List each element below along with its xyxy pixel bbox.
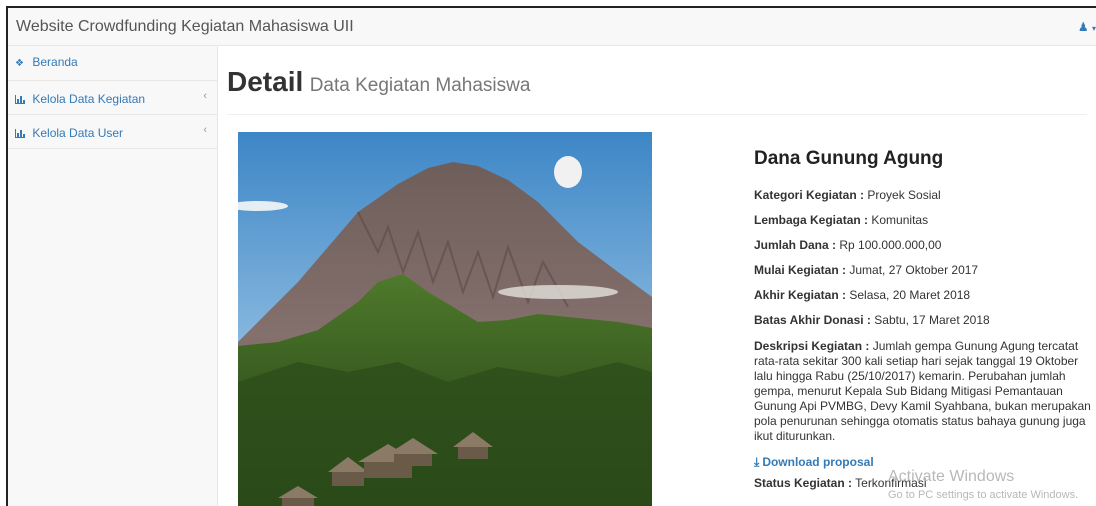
sidebar-item-beranda[interactable]: ❖ Beranda	[8, 46, 217, 81]
brand-title[interactable]: Website Crowdfunding Kegiatan Mahasiswa …	[16, 18, 354, 36]
sidebar-item-kelola-data-kegiatan[interactable]: Kelola Data Kegiatan ‹	[8, 81, 217, 115]
sidebar-item-label: Kelola Data Kegiatan	[32, 92, 146, 106]
navbar: Website Crowdfunding Kegiatan Mahasiswa …	[8, 8, 1096, 46]
field-jumlah-dana: Jumlah Dana : Rp 100.000.000,00	[754, 238, 942, 252]
field-deskripsi: Deskripsi Kegiatan : Jumlah gempa Gunung…	[754, 339, 1091, 443]
caret-down-icon: ▾	[1091, 24, 1096, 33]
mountain-image	[238, 132, 652, 506]
chevron-left-icon: ‹	[203, 124, 207, 136]
field-kategori: Kategori Kegiatan : Proyek Sosial	[754, 188, 941, 202]
bar-chart-icon	[15, 95, 25, 104]
sidebar: ❖ Beranda Kelola Data Kegiatan ‹ Kelola …	[8, 46, 218, 506]
field-mulai: Mulai Kegiatan : Jumat, 27 Oktober 2017	[754, 263, 979, 277]
activity-detail: Dana Gunung Agung Kategori Kegiatan : Pr…	[754, 148, 1096, 502]
user-menu[interactable]: ♟ ▾	[1078, 20, 1096, 34]
field-lembaga: Lembaga Kegiatan : Komunitas	[754, 213, 929, 227]
header-divider	[227, 114, 1087, 115]
page-header: Detail Data Kegiatan Mahasiswa	[227, 66, 530, 98]
app-window: Website Crowdfunding Kegiatan Mahasiswa …	[6, 6, 1096, 506]
field-akhir: Akhir Kegiatan : Selasa, 20 Maret 2018	[754, 288, 971, 302]
page-title: Detail	[227, 66, 304, 97]
field-batas-donasi: Batas Akhir Donasi : Sabtu, 17 Maret 201…	[754, 313, 990, 327]
download-icon: ⤓	[754, 455, 760, 469]
user-icon: ♟	[1077, 20, 1089, 34]
activate-windows-watermark: Activate Windows Go to PC settings to ac…	[888, 468, 1079, 501]
sidebar-item-label: Beranda	[32, 55, 78, 69]
chevron-left-icon: ‹	[203, 90, 207, 102]
sidebar-item-kelola-data-user[interactable]: Kelola Data User ‹	[8, 115, 217, 149]
activity-title: Dana Gunung Agung	[754, 148, 944, 169]
sidebar-item-label: Kelola Data User	[32, 126, 124, 140]
home-icon: ❖	[15, 58, 24, 69]
activity-photo	[238, 132, 652, 506]
page-subtitle: Data Kegiatan Mahasiswa	[309, 75, 531, 96]
bar-chart-icon	[15, 129, 25, 138]
